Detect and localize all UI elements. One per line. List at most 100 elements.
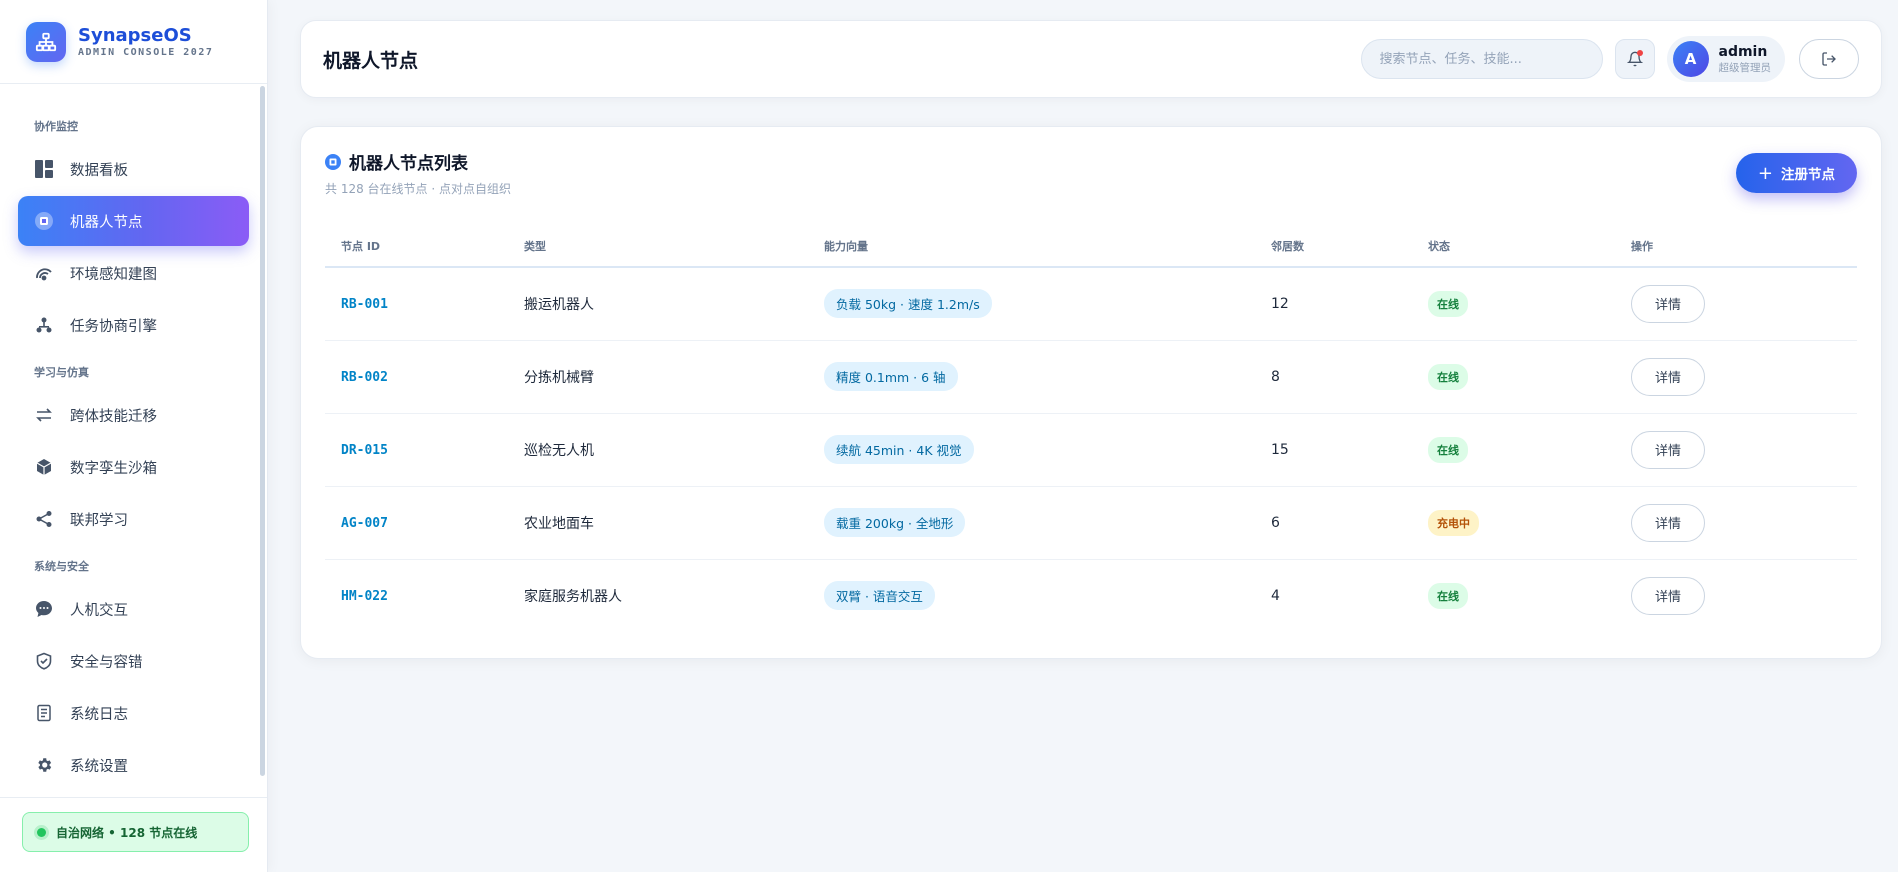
sidebar-item-settings[interactable]: 系统设置 [18, 740, 249, 790]
plus-icon: + [1757, 162, 1773, 184]
sidebar-item-digital-twin[interactable]: 数字孪生沙箱 [18, 442, 249, 492]
sidebar-item-label: 人机交互 [70, 602, 128, 619]
sidebar-scrollbar[interactable] [260, 86, 265, 776]
node-type: 农业地面车 [508, 486, 808, 560]
radar-icon [34, 263, 54, 283]
column-header-action: 操作 [1615, 225, 1857, 268]
node-id[interactable]: RB-001 [341, 297, 388, 312]
share-icon [34, 509, 54, 529]
capability-tag: 负载 50kg · 速度 1.2m/s [824, 289, 992, 319]
chat-icon [34, 599, 54, 619]
neighbor-count: 4 [1271, 587, 1280, 604]
network-logo-icon [26, 21, 66, 62]
node-type: 家庭服务机器人 [524, 588, 622, 605]
node-type: 分拣机械臂 [508, 340, 808, 414]
sidebar-item-label: 跨体技能迁移 [70, 408, 157, 425]
network-status-badge: 自治网络 • 128 节点在线 [22, 812, 249, 852]
card-subtitle: 共 128 台在线节点 · 点对点自组织 [325, 182, 511, 196]
neighbor-count: 8 [1255, 340, 1412, 414]
detail-button[interactable]: 详情 [1631, 284, 1705, 323]
detail-button[interactable]: 详情 [1631, 503, 1705, 542]
online-dot-icon [37, 827, 46, 837]
card-title: 机器人节点列表 [325, 149, 511, 174]
sidebar-item-label: 任务协商引擎 [70, 318, 157, 335]
log-icon [34, 703, 54, 723]
neighbor-count: 6 [1255, 486, 1412, 560]
swap-icon [34, 405, 54, 425]
sidebar-item-label: 安全与容错 [70, 654, 143, 671]
sidebar-item-task-engine[interactable]: 任务协商引擎 [18, 300, 249, 350]
sidebar-item-label: 系统日志 [70, 706, 128, 723]
notification-dot [1636, 50, 1643, 56]
node-id[interactable]: AG-007 [341, 516, 388, 531]
sidebar-item-label: 环境感知建图 [70, 266, 157, 283]
section-label-monitor: 协作监控 [34, 120, 78, 133]
sidebar-item-label: 机器人节点 [70, 214, 143, 231]
table-row: RB-002 分拣机械臂 精度 0.1mm · 6 轴 8 在线 详情 [325, 340, 1857, 414]
sidebar-item-skill-transfer[interactable]: 跨体技能迁移 [18, 390, 249, 440]
robot-node-table: 节点 ID 类型 能力向量 邻居数 状态 操作 RB-001 搬运机器人 负载 … [325, 225, 1857, 632]
brand-subtitle: ADMIN CONSOLE 2027 [78, 47, 214, 58]
notification-button[interactable] [1614, 39, 1655, 79]
dashboard-icon [34, 159, 54, 179]
brand[interactable]: SynapseOS ADMIN CONSOLE 2027 [0, 0, 267, 84]
status-badge: 在线 [1428, 290, 1468, 317]
sidebar-item-env-mapping[interactable]: 环境感知建图 [18, 248, 249, 298]
sidebar-item-logs[interactable]: 系统日志 [18, 688, 249, 738]
hierarchy-icon [34, 315, 54, 335]
column-header-id: 节点 ID [325, 225, 508, 268]
node-id[interactable]: RB-002 [341, 370, 388, 385]
avatar: A [1672, 41, 1709, 77]
user-menu[interactable]: A admin 超级管理员 [1666, 36, 1785, 82]
capability-tag: 续航 45min · 4K 视觉 [824, 435, 974, 464]
card-title-text: 机器人节点列表 [349, 154, 468, 174]
detail-button[interactable]: 详情 [1631, 357, 1705, 396]
sidebar-item-hci[interactable]: 人机交互 [18, 584, 249, 634]
node-id[interactable]: HM-022 [341, 589, 388, 604]
table-row: RB-001 搬运机器人 负载 50kg · 速度 1.2m/s 12 在线 详… [325, 267, 1857, 341]
node-type: 巡检无人机 [508, 413, 808, 487]
section-label-system: 系统与安全 [34, 560, 89, 573]
node-type: 搬运机器人 [508, 267, 808, 341]
search-input[interactable] [1360, 39, 1603, 79]
shield-icon [34, 651, 54, 671]
sidebar-item-federated[interactable]: 联邦学习 [18, 494, 249, 544]
detail-button[interactable]: 详情 [1631, 576, 1705, 615]
node-id[interactable]: DR-015 [341, 443, 388, 458]
chip-icon [34, 211, 54, 231]
status-badge: 在线 [1428, 582, 1468, 609]
detail-button[interactable]: 详情 [1631, 430, 1705, 469]
status-badge: 在线 [1428, 436, 1468, 463]
status-badge: 在线 [1428, 363, 1468, 390]
sidebar-item-label: 数字孪生沙箱 [70, 460, 157, 477]
user-name: admin [1718, 43, 1768, 60]
main-content: 机器人节点 A admin 超级管理员 [268, 0, 1898, 872]
status-badge: 充电中 [1428, 509, 1479, 536]
section-label-learning: 学习与仿真 [34, 366, 89, 379]
sidebar-item-robot-nodes[interactable]: 机器人节点 [18, 196, 249, 246]
capability-tag: 精度 0.1mm · 6 轴 [824, 362, 958, 391]
table-header-row: 节点 ID 类型 能力向量 邻居数 状态 操作 [325, 225, 1857, 268]
capability-tag: 载重 200kg · 全地形 [824, 508, 966, 537]
brand-name: SynapseOS [78, 25, 192, 46]
sidebar-item-safety[interactable]: 安全与容错 [18, 636, 249, 686]
logout-icon [1822, 52, 1836, 66]
sidebar: SynapseOS ADMIN CONSOLE 2027 协作监控 数据看板 机… [0, 0, 268, 872]
column-header-status: 状态 [1412, 225, 1615, 268]
sidebar-nav: 协作监控 数据看板 机器人节点 环境感知建图 任务协商引擎 学习与仿真 跨体技能… [0, 84, 267, 797]
logout-button[interactable] [1799, 39, 1859, 79]
register-node-button[interactable]: + 注册节点 [1735, 153, 1857, 193]
column-header-capability: 能力向量 [808, 225, 1255, 268]
page-title: 机器人节点 [323, 49, 419, 72]
sidebar-footer: 自治网络 • 128 节点在线 [0, 797, 267, 872]
gear-icon [34, 755, 54, 775]
sidebar-item-dashboard[interactable]: 数据看板 [18, 144, 249, 194]
neighbor-count: 15 [1255, 413, 1412, 487]
sidebar-item-label: 系统设置 [70, 758, 128, 775]
column-header-neighbors: 邻居数 [1255, 225, 1412, 268]
sidebar-item-label: 联邦学习 [70, 512, 128, 529]
topbar: 机器人节点 A admin 超级管理员 [300, 20, 1882, 98]
capability-tag: 双臂 · 语音交互 [824, 581, 935, 611]
user-role: 超级管理员 [1718, 61, 1772, 74]
chip-icon [325, 153, 341, 170]
